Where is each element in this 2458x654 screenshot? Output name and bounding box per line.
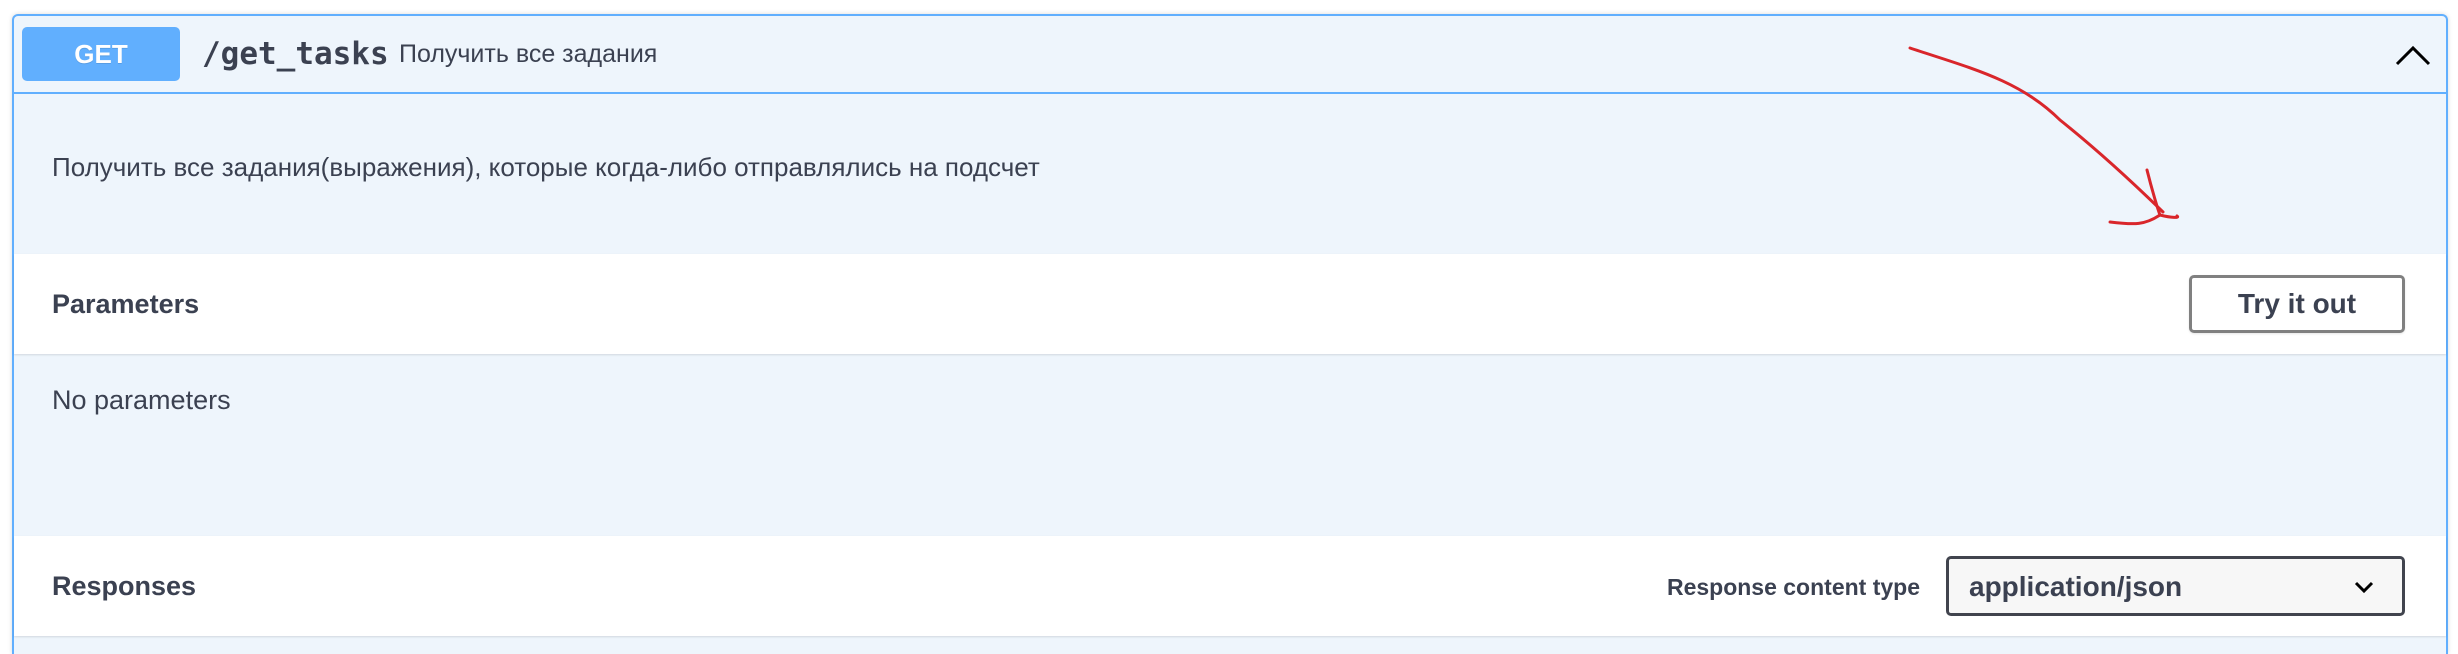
chevron-up-icon [2395, 45, 2431, 66]
operation-summary[interactable]: GET /get_tasks Получить все задания [14, 16, 2446, 94]
try-it-out-button[interactable]: Try it out [2189, 275, 2405, 333]
method-badge: GET [22, 27, 180, 81]
response-content-type-label: Response content type [1666, 574, 1920, 600]
operation-summary-text: Получить все задания [399, 40, 658, 68]
operation-description: Получить все задания(выражения), которые… [52, 152, 1040, 182]
operation-path: /get_tasks [202, 36, 389, 72]
response-content-type-value: application/json [1969, 571, 2183, 602]
responses-title: Responses [52, 571, 197, 601]
responses-header: Responses Response content type applicat… [14, 536, 2446, 636]
no-parameters-text: No parameters [52, 385, 231, 415]
chevron-down-icon [2354, 581, 2374, 594]
operation-block-get-tasks: GET /get_tasks Получить все задания Полу… [12, 14, 2448, 654]
response-content-type-select[interactable]: application/json [1946, 556, 2405, 616]
collapse-toggle-button[interactable] [2394, 38, 2432, 70]
parameters-title: Parameters [52, 289, 200, 319]
parameters-header: Parameters Try it out [14, 254, 2446, 354]
